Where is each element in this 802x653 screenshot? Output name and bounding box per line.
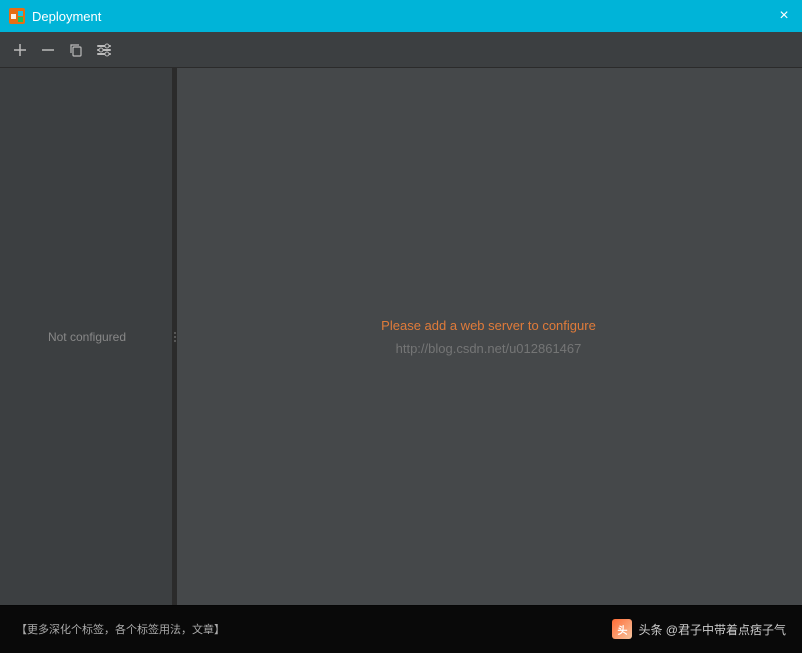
dialog-window: Deployment × xyxy=(0,0,802,653)
footer-watermark: 【更多深化个标签，各个标签用法，文章】 头 头条 @君子中带着点痞子气 xyxy=(0,605,802,653)
add-server-hint: Please add a web server to configure xyxy=(381,318,596,333)
left-panel-content: Not configured xyxy=(0,68,174,605)
close-button[interactable]: × xyxy=(774,6,794,26)
copy-button[interactable] xyxy=(64,38,88,62)
resize-dot-1 xyxy=(174,332,176,334)
footer-right: 头 头条 @君子中带着点痞子气 xyxy=(612,619,786,639)
watermark-text: http://blog.csdn.net/u012861467 xyxy=(396,341,582,356)
resize-dot-3 xyxy=(174,340,176,342)
resize-handle[interactable] xyxy=(172,68,177,605)
not-configured-label: Not configured xyxy=(48,330,126,344)
resize-dots-indicator xyxy=(174,332,176,342)
add-button[interactable] xyxy=(8,38,32,62)
content-area: Not configured Please add a web server t… xyxy=(0,68,802,605)
title-bar-left: Deployment xyxy=(8,7,101,25)
resize-dot-2 xyxy=(174,336,176,338)
remove-button[interactable] xyxy=(36,38,60,62)
right-panel: Please add a web server to configure htt… xyxy=(175,68,802,605)
title-text: Deployment xyxy=(32,9,101,24)
title-bar: Deployment × xyxy=(0,0,802,32)
brand-icon: 头 xyxy=(612,619,632,639)
footer-area: 【更多深化个标签，各个标签用法，文章】 头 头条 @君子中带着点痞子气 xyxy=(0,605,802,653)
toolbar xyxy=(0,32,802,68)
footer-left-text: 【更多深化个标签，各个标签用法，文章】 xyxy=(16,621,225,637)
left-panel: Not configured xyxy=(0,68,175,605)
footer-brand-text: 头条 @君子中带着点痞子气 xyxy=(638,621,786,638)
deployment-icon xyxy=(8,7,26,25)
settings-button[interactable] xyxy=(92,38,116,62)
